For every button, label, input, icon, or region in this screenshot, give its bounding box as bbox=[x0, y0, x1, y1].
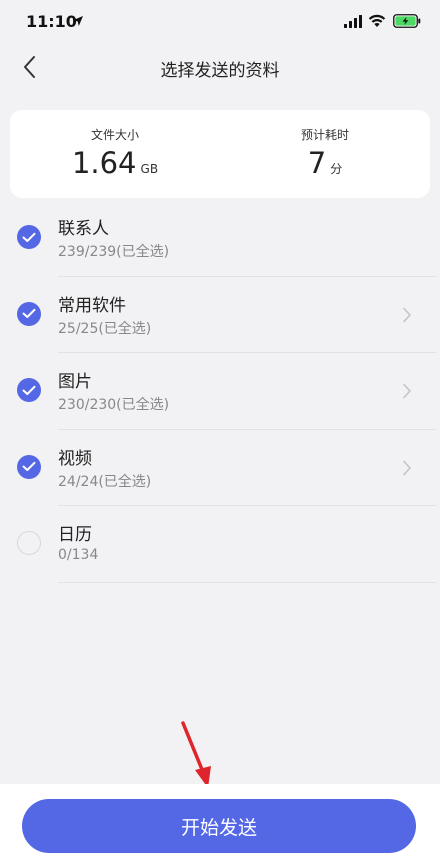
chevron-right-icon[interactable] bbox=[402, 460, 412, 476]
battery-icon bbox=[393, 14, 421, 28]
estimated-time-label: 预计耗时 bbox=[300, 128, 349, 142]
item-title: 常用软件 bbox=[58, 295, 126, 316]
file-size-stat: 文件大小 1.64 GB bbox=[10, 110, 220, 198]
page-title: 选择发送的资料 bbox=[160, 61, 280, 81]
wifi-icon bbox=[368, 14, 386, 27]
file-size-label: 文件大小 bbox=[90, 128, 139, 142]
item-title: 视频 bbox=[58, 448, 92, 469]
item-count: 0/134 bbox=[58, 547, 99, 563]
screen: 11:10 选择发送的资料 文件大小 1.64 GB 预计耗时 7 分 联系人 … bbox=[0, 0, 440, 858]
item-count: 25/25(已全选) bbox=[58, 320, 152, 337]
checkmark-icon bbox=[22, 308, 36, 318]
checkmark-icon bbox=[22, 232, 36, 242]
nav-bar: 选择发送的资料 bbox=[0, 44, 440, 94]
list-item-contacts[interactable]: 联系人 239/239(已全选) bbox=[0, 200, 440, 277]
chevron-right-icon[interactable] bbox=[402, 383, 412, 399]
chevron-right-icon[interactable] bbox=[402, 307, 412, 323]
item-title: 日历 bbox=[58, 525, 92, 545]
item-title: 联系人 bbox=[58, 219, 109, 239]
data-type-list: 联系人 239/239(已全选) 常用软件 25/25(已全选) 图片 230/… bbox=[0, 200, 440, 583]
estimated-time-value: 7 bbox=[307, 146, 327, 180]
select-checkbox[interactable] bbox=[17, 378, 41, 402]
list-item-photos[interactable]: 图片 230/230(已全选) bbox=[0, 353, 440, 430]
select-checkbox[interactable] bbox=[17, 531, 41, 555]
item-count: 24/24(已全选) bbox=[58, 473, 152, 490]
file-size-value: 1.64 bbox=[71, 146, 137, 180]
divider bbox=[58, 581, 436, 583]
list-item-videos[interactable]: 视频 24/24(已全选) bbox=[0, 430, 440, 506]
file-size-unit: GB bbox=[140, 162, 159, 176]
start-send-button[interactable]: 开始发送 bbox=[22, 799, 416, 853]
summary-card: 文件大小 1.64 GB 预计耗时 7分 bbox=[10, 110, 430, 198]
estimated-time-unit: 分 bbox=[330, 162, 343, 176]
list-item-apps[interactable]: 常用软件 25/25(已全选) bbox=[0, 277, 440, 353]
annotation-arrow-icon bbox=[181, 721, 211, 788]
select-checkbox[interactable] bbox=[17, 454, 41, 479]
item-count: 239/239(已全选) bbox=[58, 244, 170, 260]
signal-icon bbox=[344, 15, 362, 28]
item-count: 230/230(已全选) bbox=[58, 397, 170, 413]
checkmark-icon bbox=[22, 461, 36, 471]
checkmark-icon bbox=[22, 385, 36, 395]
item-title: 图片 bbox=[58, 372, 92, 392]
location-arrow-icon bbox=[73, 16, 83, 26]
select-checkbox[interactable] bbox=[17, 301, 41, 326]
list-item-calendar[interactable]: 日历 0/134 bbox=[0, 506, 440, 583]
status-time: 11:10 bbox=[26, 12, 77, 31]
select-checkbox[interactable] bbox=[17, 225, 41, 249]
status-bar: 11:10 bbox=[0, 0, 440, 44]
bottom-bar: 开始发送 bbox=[0, 784, 440, 858]
estimated-time-stat: 预计耗时 7分 bbox=[220, 110, 430, 198]
